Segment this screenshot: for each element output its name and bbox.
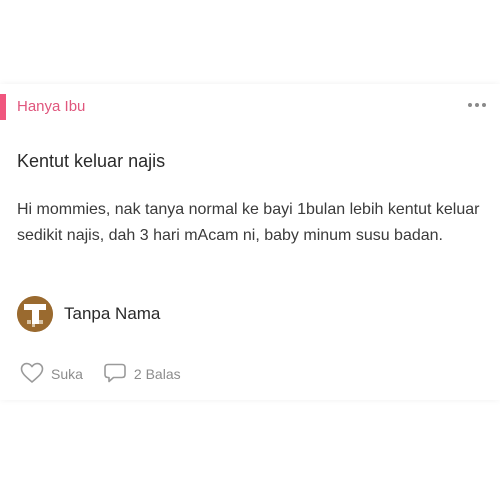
author-name[interactable]: Tanpa Nama xyxy=(64,304,160,324)
post-actions: Suka 2 Balas xyxy=(20,362,181,386)
post-header: Hanya Ibu xyxy=(0,94,500,120)
more-horizontal-icon[interactable] xyxy=(468,96,488,112)
post-body[interactable]: Hi mommies, nak tanya normal ke bayi 1bu… xyxy=(17,197,487,249)
reply-count-label: 2 Balas xyxy=(133,366,181,382)
category-accent-bar xyxy=(0,94,6,120)
anonymous-avatar-icon[interactable] xyxy=(17,296,53,332)
heart-outline-icon xyxy=(20,362,44,387)
like-label: Suka xyxy=(51,366,83,382)
post-title[interactable]: Kentut keluar najis xyxy=(17,150,165,172)
speech-bubble-icon xyxy=(103,362,127,387)
post-card[interactable]: Hanya Ibu Kentut keluar najis Hi mommies… xyxy=(0,84,500,400)
post-author[interactable]: Tanpa Nama xyxy=(17,296,160,332)
category-label[interactable]: Hanya Ibu xyxy=(17,98,85,116)
like-button[interactable]: Suka xyxy=(20,362,83,387)
reply-button[interactable]: 2 Balas xyxy=(103,362,181,387)
